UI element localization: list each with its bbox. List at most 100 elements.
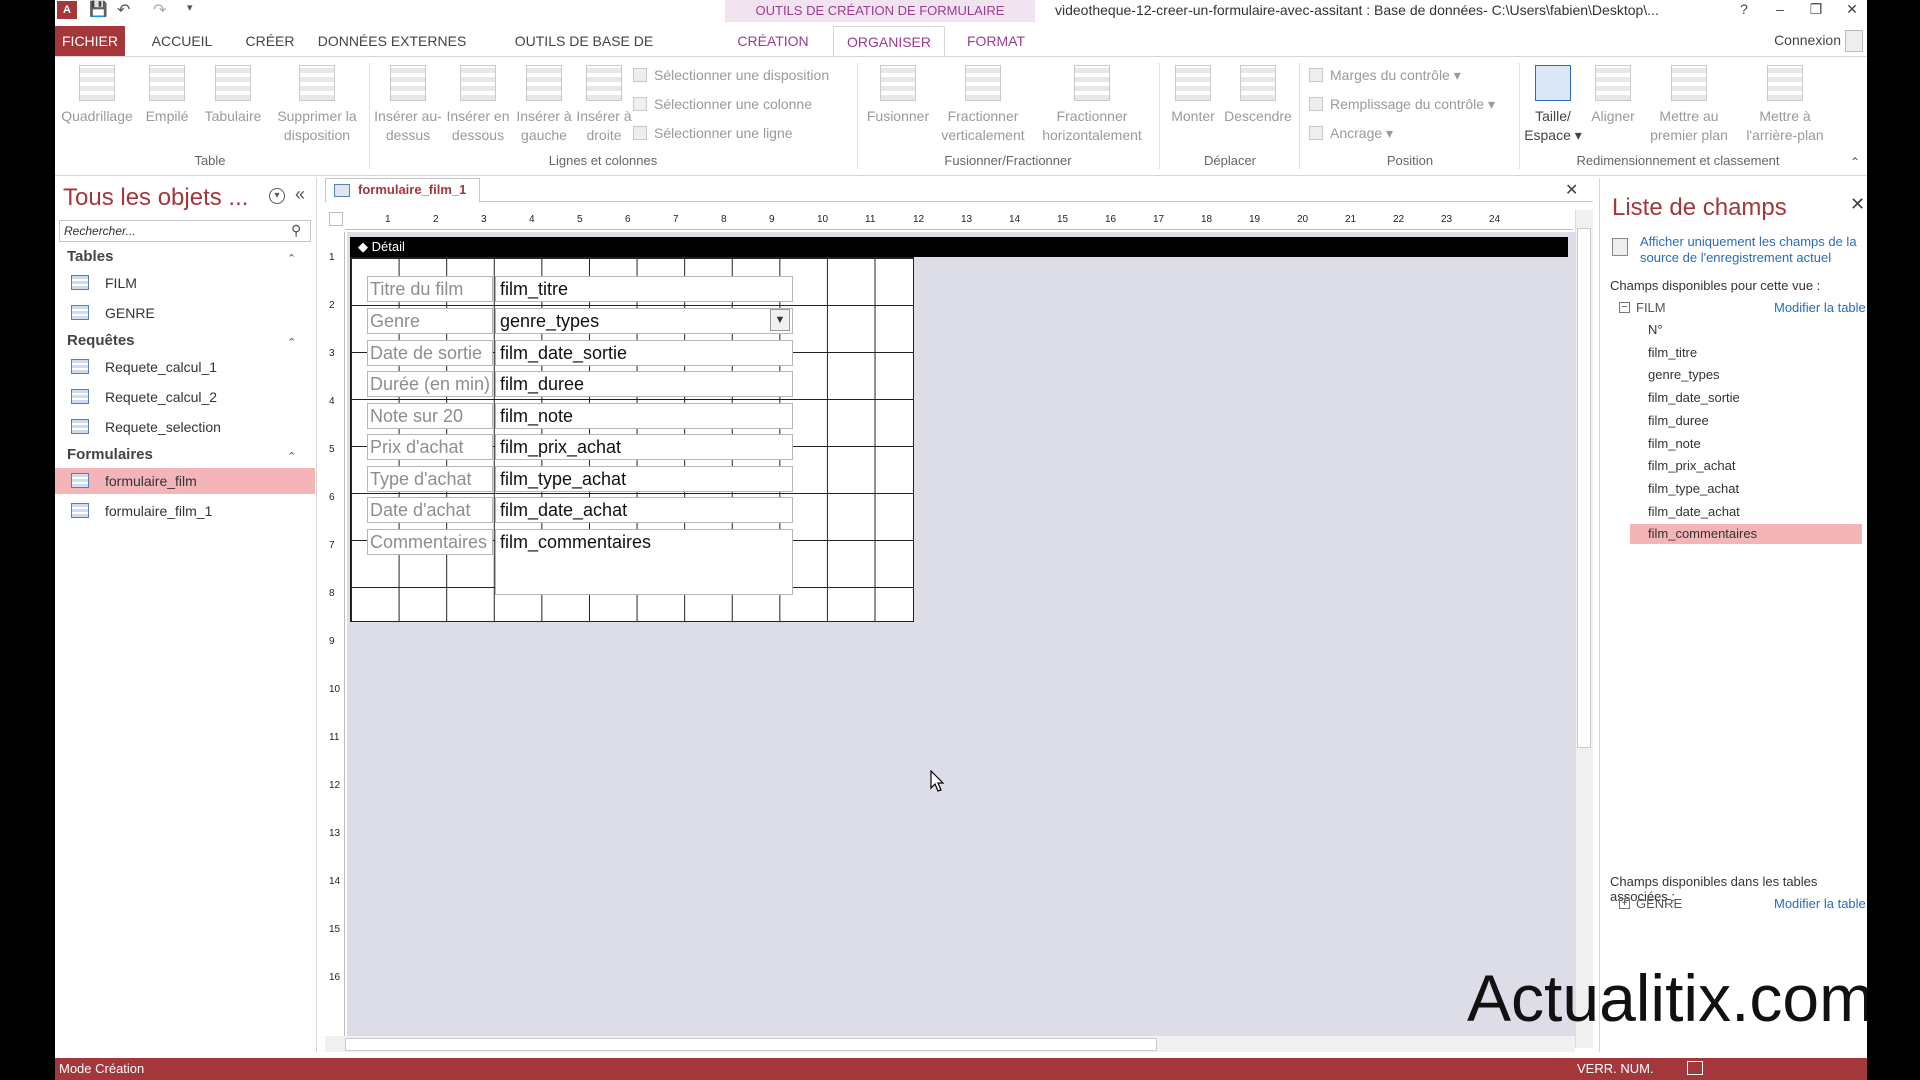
tab-outils-bdd[interactable]: OUTILS DE BASE DE DONNÉES: [479, 26, 689, 79]
collapse-ribbon-icon[interactable]: ⌃: [1850, 155, 1860, 169]
inserer-a-droite-button[interactable]: Insérer à droite: [573, 65, 635, 145]
collapse-nav-icon[interactable]: «: [295, 184, 305, 205]
sign-in-link[interactable]: Connexion: [1774, 32, 1841, 48]
tab-creation[interactable]: CRÉATION: [723, 26, 823, 56]
vertical-scroll-thumb[interactable]: [1577, 228, 1591, 748]
aligner-button[interactable]: Aligner: [1585, 65, 1641, 126]
field-list-item[interactable]: N°: [1630, 320, 1862, 340]
field-list-item[interactable]: film_commentaires: [1630, 524, 1862, 545]
tab-organiser[interactable]: ORGANISER: [833, 26, 945, 56]
undo-icon[interactable]: ↶: [117, 0, 130, 20]
nav-item-formulaire-film-1[interactable]: formulaire_film_1: [55, 498, 315, 524]
combo-dropdown-icon[interactable]: ▼: [770, 309, 790, 331]
nav-search-input[interactable]: Rechercher...: [59, 220, 311, 242]
collapse-group-icon[interactable]: ⌃: [287, 450, 296, 463]
nav-item-requete-calcul-1[interactable]: Requete_calcul_1: [55, 354, 315, 380]
fractionner-horizontalement-button[interactable]: Fractionner horizontalement: [1035, 65, 1149, 145]
nav-item-formulaire-film[interactable]: formulaire_film: [55, 468, 315, 494]
nav-item-film[interactable]: FILM: [55, 270, 315, 296]
form-text-box[interactable]: film_type_achat: [495, 466, 793, 492]
form-label[interactable]: Titre du film: [367, 276, 493, 302]
field-list-item[interactable]: film_note: [1630, 434, 1862, 454]
restore-button[interactable]: ❐: [1801, 0, 1831, 20]
nav-menu-icon[interactable]: ▾: [269, 188, 285, 204]
user-icon[interactable]: [1845, 30, 1863, 52]
nav-item-genre[interactable]: GENRE: [55, 300, 315, 326]
collapse-group-icon[interactable]: ⌃: [287, 336, 296, 349]
taille-espace-button[interactable]: Taille/ Espace ▾: [1523, 65, 1583, 145]
nav-item-requete-selection[interactable]: Requete_selection: [55, 414, 315, 440]
edit-related-table-link[interactable]: Modifier la table: [1774, 896, 1866, 911]
horizontal-scroll-thumb[interactable]: [345, 1038, 1157, 1051]
field-list-table-genre[interactable]: GENRE: [1636, 896, 1682, 911]
tab-format[interactable]: FORMAT: [951, 26, 1041, 56]
select-layout-button[interactable]: Sélectionner une disposition: [633, 67, 829, 83]
edit-table-link[interactable]: Modifier la table: [1774, 300, 1866, 315]
anchoring-button[interactable]: Ancrage ▾: [1309, 125, 1393, 142]
quadrillage-button[interactable]: Quadrillage: [57, 65, 137, 126]
select-column-button[interactable]: Sélectionner une colonne: [633, 96, 812, 112]
collapse-table-icon[interactable]: −: [1619, 302, 1630, 313]
select-row-button[interactable]: Sélectionner une ligne: [633, 125, 793, 141]
form-label[interactable]: Genre: [367, 308, 493, 334]
search-icon[interactable]: ⚲: [291, 222, 301, 239]
fractionner-verticalement-button[interactable]: Fractionner verticalement: [933, 65, 1033, 145]
save-icon[interactable]: 💾: [89, 0, 108, 18]
customize-qat-icon[interactable]: ▾: [187, 1, 193, 14]
form-label[interactable]: Durée (en min): [367, 371, 493, 397]
redo-icon[interactable]: ↷: [153, 0, 166, 20]
form-label[interactable]: Date de sortie: [367, 340, 493, 366]
close-button[interactable]: ✕: [1837, 0, 1867, 20]
form-label[interactable]: Type d'achat: [367, 466, 493, 492]
close-document-icon[interactable]: ✕: [1565, 180, 1578, 200]
field-list-table-film[interactable]: FILM: [1636, 300, 1666, 315]
document-tab[interactable]: formulaire_film_1: [325, 178, 480, 203]
design-view-icon[interactable]: [1687, 1061, 1703, 1075]
tabulaire-button[interactable]: Tabulaire: [197, 65, 269, 126]
nav-group-tables[interactable]: Tables: [67, 248, 113, 265]
tab-donnees-externes[interactable]: DONNÉES EXTERNES: [317, 26, 467, 56]
form-label[interactable]: Note sur 20: [367, 403, 493, 429]
form-label[interactable]: Commentaires: [367, 529, 493, 555]
form-combo-box[interactable]: genre_types: [495, 308, 793, 334]
field-list-item[interactable]: genre_types: [1630, 365, 1862, 385]
field-list-item[interactable]: film_prix_achat: [1630, 456, 1862, 476]
control-padding-button[interactable]: Remplissage du contrôle ▾: [1309, 96, 1495, 113]
close-field-list-icon[interactable]: ✕: [1850, 194, 1865, 215]
show-only-current-fields-link[interactable]: Afficher uniquement les champs de la sou…: [1640, 234, 1860, 266]
help-button[interactable]: ?: [1729, 0, 1759, 20]
nav-group-formulaires[interactable]: Formulaires: [67, 446, 153, 463]
control-margins-button[interactable]: Marges du contrôle ▾: [1309, 67, 1461, 84]
form-text-box[interactable]: film_note: [495, 403, 793, 429]
premier-plan-button[interactable]: Mettre au premier plan: [1641, 65, 1737, 145]
supprimer-disposition-button[interactable]: Supprimer la disposition: [269, 65, 365, 145]
form-text-box[interactable]: film_titre: [495, 276, 793, 302]
field-list-item[interactable]: film_date_achat: [1630, 502, 1862, 522]
inserer-a-gauche-button[interactable]: Insérer à gauche: [513, 65, 575, 145]
field-list-item[interactable]: film_type_achat: [1630, 479, 1862, 499]
expand-table-icon[interactable]: +: [1619, 898, 1630, 909]
form-text-box[interactable]: film_date_achat: [495, 497, 793, 523]
form-text-box[interactable]: film_prix_achat: [495, 434, 793, 460]
tab-accueil[interactable]: ACCUEIL: [137, 26, 227, 56]
ruler-corner[interactable]: [329, 212, 343, 226]
form-text-box[interactable]: film_date_sortie: [495, 340, 793, 366]
inserer-en-dessous-button[interactable]: Insérer en dessous: [441, 65, 515, 145]
nav-group-requetes[interactable]: Requêtes: [67, 332, 135, 349]
form-label[interactable]: Prix d'achat: [367, 434, 493, 460]
form-label[interactable]: Date d'achat: [367, 497, 493, 523]
inserer-au-dessus-button[interactable]: Insérer au-dessus: [373, 65, 443, 145]
collapse-group-icon[interactable]: ⌃: [287, 252, 296, 265]
section-detail-bar[interactable]: ◆ Détail: [350, 237, 1568, 257]
form-text-box[interactable]: film_commentaires: [495, 529, 793, 595]
arriere-plan-button[interactable]: Mettre à l'arrière-plan: [1737, 65, 1833, 145]
nav-item-requete-calcul-2[interactable]: Requete_calcul_2: [55, 384, 315, 410]
empile-button[interactable]: Empilé: [137, 65, 197, 126]
field-list-item[interactable]: film_date_sortie: [1630, 388, 1862, 408]
minimize-button[interactable]: –: [1765, 0, 1795, 20]
form-text-box[interactable]: film_duree: [495, 371, 793, 397]
field-list-item[interactable]: film_duree: [1630, 411, 1862, 431]
tab-creer[interactable]: CRÉER: [235, 26, 305, 56]
field-list-item[interactable]: film_titre: [1630, 343, 1862, 363]
fusionner-button[interactable]: Fusionner: [863, 65, 933, 126]
